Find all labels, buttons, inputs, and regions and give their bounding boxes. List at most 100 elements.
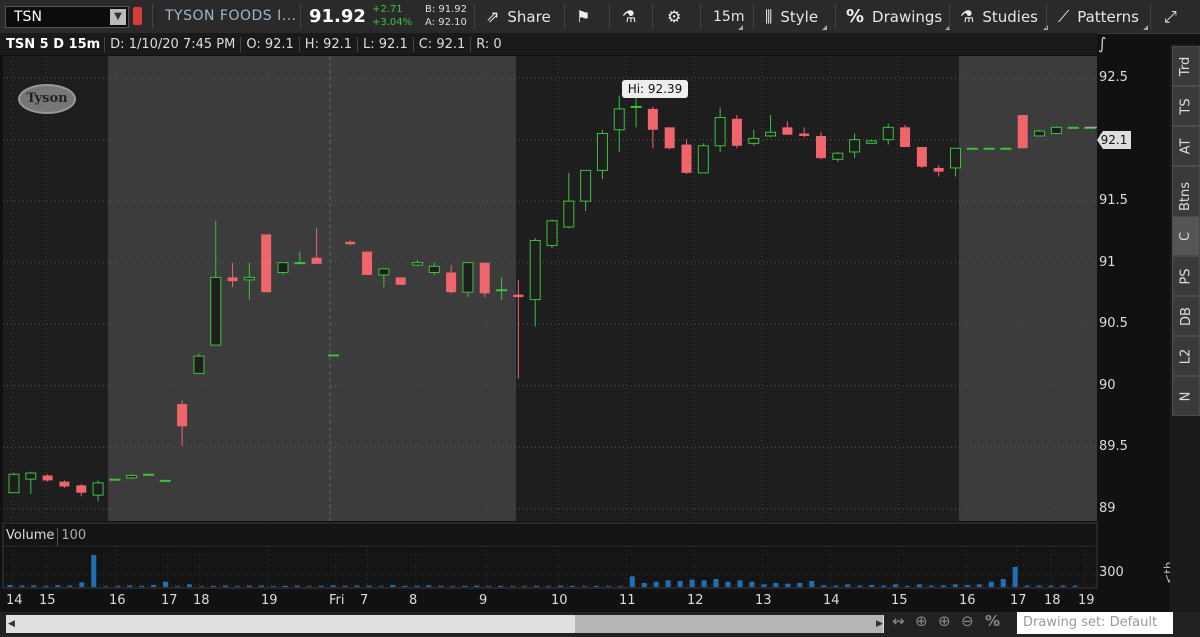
candle-body-up <box>950 147 961 169</box>
crosshair-icon[interactable]: ⊕ <box>915 612 928 630</box>
tab-label: Trd <box>1178 56 1194 76</box>
volume-bar <box>617 586 623 587</box>
candle-body-up <box>159 479 171 482</box>
candle-body-up <box>630 105 642 108</box>
volume-bar <box>31 585 37 587</box>
candle-body-down <box>681 144 692 173</box>
volume-bar <box>1072 585 1078 587</box>
scrollbar-thumb[interactable] <box>575 615 883 633</box>
candle-body-up <box>25 472 37 480</box>
candle-body-up <box>832 152 844 160</box>
volume-bar <box>881 585 887 587</box>
candle-body-up <box>496 289 508 292</box>
candle-body-up <box>580 169 592 202</box>
price-axis-label: 90.5 <box>1099 316 1128 332</box>
volume-bar <box>474 585 480 587</box>
volume-bar <box>294 585 300 587</box>
time-axis-label: 8 <box>409 593 418 608</box>
candle-body-down <box>799 133 810 136</box>
volume-bar <box>127 585 133 587</box>
volume-bar <box>713 579 719 587</box>
volume-bar <box>785 583 791 587</box>
tab-l2[interactable]: L2 <box>1172 336 1200 376</box>
volume-bar <box>282 585 288 587</box>
time-axis-label: 14 <box>6 593 23 608</box>
volume-bar <box>498 585 504 587</box>
scroll-right-icon[interactable]: ▶ <box>876 615 884 633</box>
candle-body-down <box>42 475 53 481</box>
candle-body-down <box>933 167 944 172</box>
volume-bar <box>557 585 563 587</box>
volume-bar <box>833 585 839 587</box>
time-axis-label: 16 <box>959 593 976 608</box>
price-axis-label: 89.5 <box>1099 439 1128 455</box>
volume-bar <box>103 586 109 587</box>
volume-axis-label: 300 <box>1099 565 1124 580</box>
candle-body-up <box>529 240 541 301</box>
zoom-out-icon[interactable]: ⊖ <box>961 612 974 630</box>
pan-icon[interactable]: ↭ <box>892 612 905 630</box>
candle-body-up <box>1067 126 1079 129</box>
tab-c[interactable]: C <box>1172 216 1200 256</box>
tab-at[interactable]: AT <box>1172 126 1200 166</box>
candle-body-up <box>412 262 423 266</box>
time-axis-label: 18 <box>1044 593 1061 608</box>
time-axis-label: 19 <box>1078 593 1095 608</box>
candle-body-down <box>916 147 927 167</box>
time-axis-label: Fri <box>329 593 345 608</box>
percent-scale-icon[interactable]: % <box>985 612 1000 630</box>
candle-body-up <box>983 147 995 150</box>
volume-bar <box>522 586 528 587</box>
tab-db[interactable]: DB <box>1172 296 1200 336</box>
volume-bar <box>605 586 611 587</box>
volume-bar <box>797 583 803 587</box>
volume-bar <box>581 586 587 587</box>
volume-bar <box>761 584 767 587</box>
candle-body-up <box>748 137 760 144</box>
tab-ts[interactable]: TS <box>1172 86 1200 126</box>
volume-bar <box>414 585 420 587</box>
volume-bar <box>426 585 432 587</box>
scroll-left-icon[interactable]: ◀ <box>8 615 16 633</box>
time-axis-label: 15 <box>39 593 56 608</box>
volume-bar <box>210 585 216 587</box>
volume-bar <box>629 576 635 587</box>
price-axis-label: 90 <box>1099 377 1116 393</box>
candle-body-up <box>109 478 121 481</box>
candle-body-up <box>613 108 625 131</box>
volume-bar <box>677 581 683 587</box>
volume-bar <box>139 585 145 587</box>
candle-body-down <box>647 108 658 130</box>
candle-body-down <box>362 251 373 275</box>
candle-body-up <box>697 145 709 174</box>
volume-bar <box>1036 585 1042 587</box>
candle-body-down <box>261 234 272 293</box>
time-axis-label: 12 <box>687 593 704 608</box>
candle-body-up <box>849 139 861 153</box>
volume-bar <box>1024 585 1030 587</box>
candle-body-up <box>327 354 339 357</box>
time-axis-label: 14 <box>823 593 840 608</box>
candle-body-up <box>714 117 726 147</box>
drawing-set-field[interactable]: Drawing set: Default <box>1017 612 1173 634</box>
right-sidebar-tabs: Trd TS AT Btns C PS DB L2 N <box>1170 44 1200 637</box>
volume-bar <box>246 585 252 587</box>
volume-bar <box>809 581 815 587</box>
tab-label: L2 <box>1178 348 1194 364</box>
candle-body-up <box>966 147 978 150</box>
candle-body-up <box>92 482 104 496</box>
volume-bar <box>964 585 970 587</box>
volume-bar <box>91 555 97 587</box>
volume-bar <box>749 581 755 587</box>
price-chart[interactable] <box>0 0 1170 612</box>
tab-trd[interactable]: Trd <box>1172 46 1200 86</box>
volume-bar <box>1012 567 1018 587</box>
zoom-in-icon[interactable]: ⊕ <box>938 612 951 630</box>
tab-n[interactable]: N <box>1172 376 1200 416</box>
volume-bar <box>151 585 157 587</box>
volume-bar <box>857 585 863 587</box>
time-axis-label: 11 <box>619 593 636 608</box>
volume-bar <box>330 585 336 587</box>
time-axis-label: 19 <box>261 593 278 608</box>
tab-ps[interactable]: PS <box>1172 256 1200 296</box>
